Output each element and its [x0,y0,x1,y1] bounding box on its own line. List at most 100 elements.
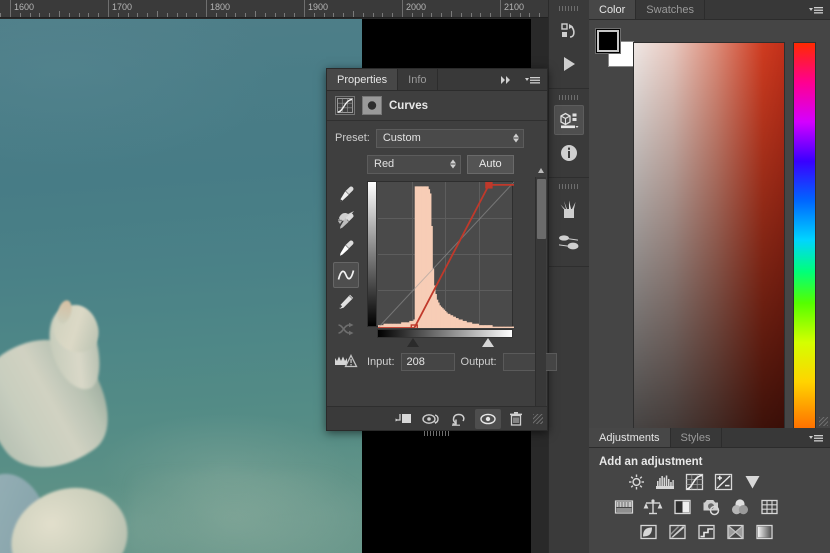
right-panel-column: Color Swatches Adjustments Styles Add an… [589,0,830,553]
delete-trash-icon[interactable] [503,409,529,429]
ruler-minor-tick [166,13,168,17]
layer-mask-icon[interactable] [362,96,382,115]
scroll-up-arrow-icon[interactable] [538,168,544,173]
visibility-eye-icon[interactable] [475,408,501,429]
color-balance-icon[interactable] [642,497,664,517]
ruler-minor-tick [176,13,178,17]
ruler-minor-tick [323,13,325,17]
ruler-minor-tick [451,11,452,17]
input-output-row: Input: 208 Output: [367,353,557,371]
ruler-minor-tick [294,13,296,17]
color-panel-tabs: Color Swatches [589,0,830,20]
tab-adjustments[interactable]: Adjustments [589,428,671,447]
photo-filter-icon[interactable] [700,497,722,517]
tabs-spacer [722,428,803,447]
info-icon[interactable] [554,138,584,168]
gradient-map-icon[interactable] [753,522,775,542]
curve-svg[interactable] [378,182,514,328]
ruler-minor-tick [255,11,256,17]
input-field[interactable]: 208 [400,353,455,371]
preset-select[interactable]: Custom [375,128,524,148]
dock-grip[interactable] [559,184,579,189]
tab-info[interactable]: Info [398,69,438,90]
actions-icon[interactable] [554,16,584,46]
output-field[interactable] [502,353,557,371]
ruler-major-tick: 2000 [402,0,426,17]
previous-state-icon[interactable] [419,409,445,429]
ruler-minor-tick [470,13,472,17]
white-point-eyedropper-icon[interactable] [333,235,359,261]
panel-resize-grip[interactable] [533,413,543,424]
ruler-minor-tick [480,13,482,17]
panel-resize-grip[interactable] [819,417,828,426]
black-point-slider[interactable] [407,338,420,347]
dock-grip[interactable] [559,6,579,11]
3d-icon[interactable] [554,105,584,135]
exposure-icon[interactable] [712,472,734,492]
clipping-warning-icon[interactable] [333,348,359,374]
ruler-minor-tick [157,11,158,17]
tab-color[interactable]: Color [589,0,637,19]
reset-icon[interactable] [447,409,473,429]
smooth-curve-icon[interactable] [333,316,359,342]
auto-button[interactable]: Auto [467,154,514,174]
curves-plot[interactable] [378,182,514,328]
ruler-minor-tick [519,13,521,17]
photoshop-window: 150016001700180019002000210022002300 [0,0,830,553]
invert-icon[interactable] [637,522,659,542]
panel-menu-icon[interactable] [802,0,830,19]
input-label: Input: [367,356,395,368]
ruler-minor-tick [421,13,423,17]
stepper-arrows-icon [512,133,519,143]
properties-scrollbar[interactable] [535,168,546,422]
vibrance-icon[interactable] [741,472,763,492]
clip-to-layer-icon[interactable] [391,409,417,429]
tab-swatches[interactable]: Swatches [636,0,705,19]
curves-graph[interactable] [367,181,514,328]
saturation-brightness-field[interactable] [633,42,785,438]
hue-saturation-icon[interactable] [613,497,635,517]
threshold-icon[interactable] [695,522,717,542]
tab-properties[interactable]: Properties [327,69,399,90]
scrollbar-thumb[interactable] [537,179,546,239]
image-canvas[interactable] [0,19,362,553]
ruler-minor-tick [411,13,413,17]
foreground-color-swatch[interactable] [595,28,621,54]
panel-bottom-grip[interactable] [424,431,450,436]
play-icon[interactable] [554,49,584,79]
horizontal-ruler[interactable]: 150016001700180019002000210022002300 [0,0,548,18]
dock-grip[interactable] [559,95,579,100]
panel-menu-icon[interactable] [519,69,547,90]
ruler-minor-tick [284,13,286,17]
white-point-slider[interactable] [481,338,494,347]
curve-point-tool-icon[interactable] [333,262,359,288]
panel-menu-icon[interactable] [802,428,830,447]
tab-styles[interactable]: Styles [671,428,722,447]
brush-presets-icon[interactable] [554,194,584,224]
black-point-eyedropper-icon[interactable] [333,181,359,207]
panel-dock-strip [548,0,589,553]
curves-icon[interactable] [683,472,705,492]
brightness-contrast-icon[interactable] [625,472,647,492]
double-chevron-right-icon[interactable] [493,69,519,90]
color-lookup-icon[interactable] [758,497,780,517]
ruler-label: 2100 [504,2,525,12]
channel-select[interactable]: Red [367,154,461,174]
tool-presets-icon[interactable] [554,227,584,257]
channel-mixer-icon[interactable] [729,497,751,517]
curve-point-selected[interactable] [485,182,493,189]
selective-color-icon[interactable] [724,522,746,542]
posterize-icon[interactable] [666,522,688,542]
ruler-label: 2000 [406,2,427,12]
adjustment-row-3 [599,522,820,542]
gray-point-eyedropper-icon[interactable] [333,208,359,234]
black-white-icon[interactable] [671,497,693,517]
identity-diagonal [378,182,514,328]
pencil-tool-icon[interactable] [333,289,359,315]
ruler-minor-tick [509,13,511,17]
curves-adjustment-icon [335,96,355,115]
ruler-label: 1600 [14,2,35,12]
levels-icon[interactable] [654,472,676,492]
ruler-minor-tick [490,13,492,17]
hue-slider[interactable] [793,42,816,438]
